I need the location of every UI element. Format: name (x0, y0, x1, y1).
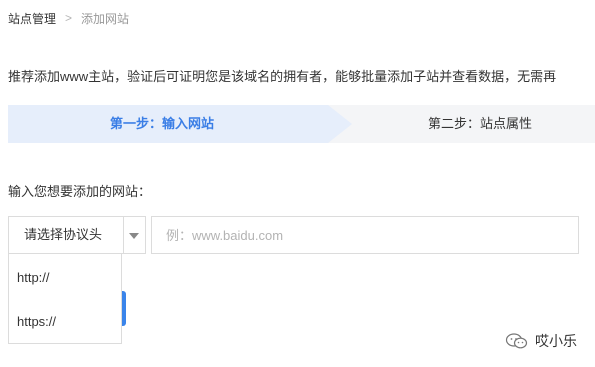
watermark: 哎小乐 (505, 330, 577, 352)
wechat-icon (505, 333, 528, 349)
protocol-select-value: 请选择协议头 (24, 227, 103, 242)
protocol-select[interactable]: 请选择协议头 (8, 216, 146, 254)
step-two-label: 第二步：站点属性 (428, 116, 533, 131)
breadcrumb-site-management[interactable]: 站点管理 (8, 10, 56, 27)
protocol-option-https[interactable]: https:// (17, 312, 56, 332)
website-url-input[interactable] (151, 216, 579, 254)
step-arrow-icon (328, 105, 352, 143)
protocol-select-divider (123, 217, 124, 253)
breadcrumb: 站点管理 > 添加网站 (8, 9, 129, 27)
protocol-option-http[interactable]: http:// (17, 268, 50, 288)
watermark-text: 哎小乐 (535, 333, 577, 349)
step-progress: 第一步：输入网站 第二步：站点属性 (8, 105, 595, 143)
caret-down-icon[interactable] (129, 233, 139, 239)
step-one-label: 第一步：输入网站 (110, 116, 215, 131)
breadcrumb-separator-icon: > (65, 11, 73, 25)
website-field-label: 输入您想要添加的网站： (8, 184, 152, 199)
protocol-dropdown-menu: http:// https:// (8, 254, 122, 344)
intro-text: 推荐添加www主站，验证后可证明您是该域名的拥有者，能够批量添加子站并查看数据，… (8, 69, 557, 84)
breadcrumb-add-site: 添加网站 (81, 11, 130, 26)
